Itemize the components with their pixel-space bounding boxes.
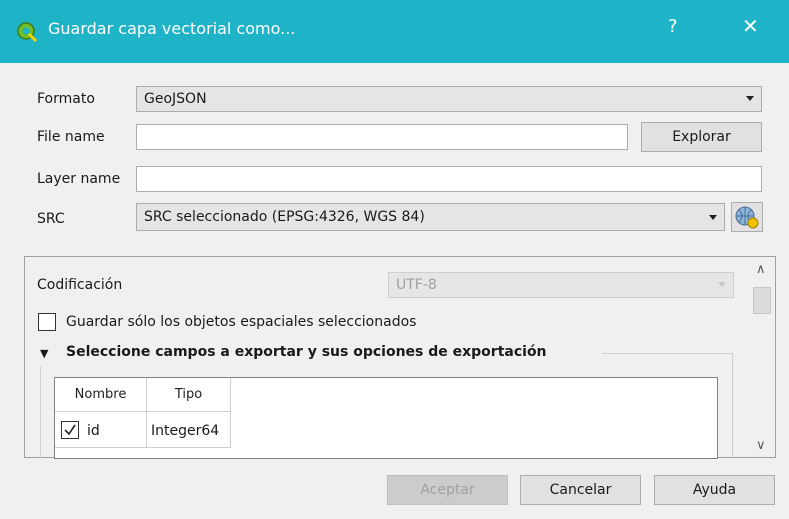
layername-label: Layer name xyxy=(37,171,121,187)
only-selected-label: Guardar sólo los objetos espaciales sele… xyxy=(66,314,417,330)
help-button[interactable]: Ayuda xyxy=(654,475,775,505)
crs-selector-globe-icon[interactable] xyxy=(731,202,763,232)
chevron-down-icon xyxy=(709,215,717,220)
title-bar: Guardar capa vectorial como... ? ✕ xyxy=(0,0,789,63)
checkmark-icon xyxy=(64,424,76,436)
row-checkbox[interactable] xyxy=(61,421,79,439)
filename-label: File name xyxy=(37,129,105,145)
row-name: id xyxy=(87,423,100,439)
table-cell-divider xyxy=(146,412,147,448)
scroll-thumb[interactable] xyxy=(753,287,771,314)
accept-button[interactable]: Aceptar xyxy=(387,475,508,505)
chevron-down-icon xyxy=(718,282,726,287)
codificacion-label: Codificación xyxy=(37,277,123,293)
src-value: SRC seleccionado (EPSG:4326, WGS 84) xyxy=(144,209,425,225)
codificacion-value: UTF-8 xyxy=(396,277,437,293)
src-select[interactable]: SRC seleccionado (EPSG:4326, WGS 84) xyxy=(136,203,725,231)
codificacion-select[interactable]: UTF-8 xyxy=(388,272,734,298)
formato-label: Formato xyxy=(37,91,95,107)
collapse-triangle-icon[interactable]: ▼ xyxy=(40,347,48,360)
group-border-right xyxy=(732,353,733,458)
row-type: Integer64 xyxy=(151,423,220,439)
group-divider xyxy=(602,353,732,354)
group-border-left xyxy=(40,366,41,458)
column-header-nombre[interactable]: Nombre xyxy=(55,378,147,412)
qgis-logo-icon xyxy=(17,22,38,42)
close-button[interactable]: ✕ xyxy=(742,14,759,38)
only-selected-checkbox[interactable] xyxy=(38,313,56,331)
scroll-up-icon[interactable]: ∧ xyxy=(756,262,766,277)
src-label: SRC xyxy=(37,211,65,227)
scroll-down-icon[interactable]: ∨ xyxy=(756,438,766,453)
chevron-down-icon xyxy=(746,96,754,101)
formato-select[interactable]: GeoJSON xyxy=(136,86,762,112)
column-header-tipo[interactable]: Tipo xyxy=(147,378,231,412)
layername-input[interactable] xyxy=(136,166,762,192)
help-title-button[interactable]: ? xyxy=(668,16,678,37)
explorar-button[interactable]: Explorar xyxy=(641,122,762,152)
formato-value: GeoJSON xyxy=(144,91,207,107)
cancel-button[interactable]: Cancelar xyxy=(520,475,641,505)
fields-group-title: Seleccione campos a exportar y sus opcio… xyxy=(66,344,547,360)
filename-input[interactable] xyxy=(136,124,628,150)
window-title: Guardar capa vectorial como... xyxy=(48,19,296,38)
